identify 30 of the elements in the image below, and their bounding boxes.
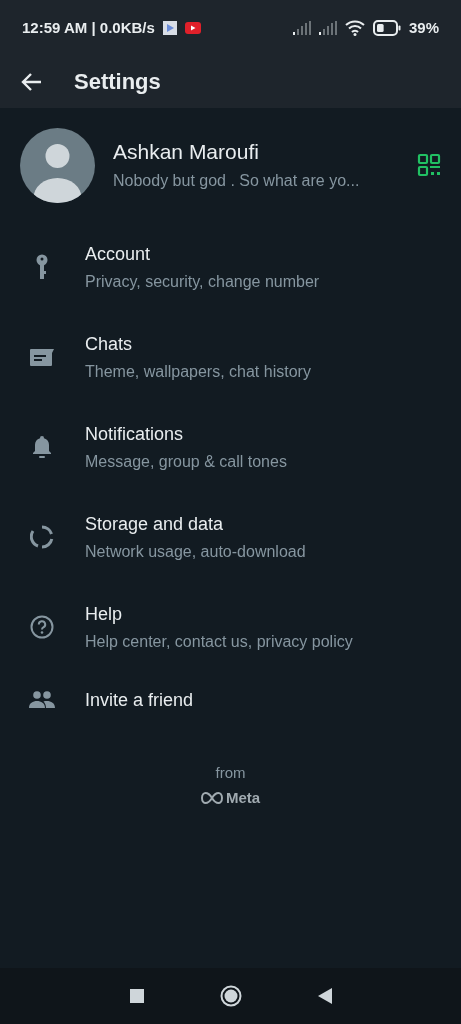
recents-button[interactable] [129,989,144,1003]
qr-code-icon[interactable] [417,153,441,177]
back-nav-button[interactable] [317,988,332,1004]
settings-item[interactable]: Invite a friend [0,672,461,728]
profile-name: Ashkan Maroufi [113,140,260,164]
settings-item[interactable]: Account Privacy, security, change number [0,222,461,312]
battery-percent: 39% [408,19,439,36]
status-time: 12:59 AM | 0.0KB/s [22,19,155,36]
home-button[interactable] [219,985,242,1007]
settings-item[interactable]: Storage and data Network usage, auto-download [0,492,461,582]
video-notification-icon [184,21,201,34]
signal-icon [318,20,337,35]
settings-item[interactable]: Chats Theme, wallpapers, chat history [0,312,461,402]
from-label: from [215,764,246,781]
circular-arrows-icon [29,525,54,549]
chat-icon [28,347,55,367]
signal-icon [292,20,311,35]
infinity-logo-icon [200,791,223,804]
people-icon [28,691,55,709]
profile-about: Nobody but god . So what are yo... [113,172,361,190]
key-icon [34,254,49,280]
app-notification-icon [162,20,177,35]
battery-icon [372,19,401,36]
help-icon [29,615,54,639]
bell-icon [31,435,52,459]
brand-name: Meta [225,789,261,806]
settings-item[interactable]: Help Help center, contact us, privacy policy [0,582,461,672]
settings-item[interactable]: Notifications Message, group & call tones [0,402,461,492]
screen-title: Settings [74,68,161,95]
wifi-icon [344,19,365,36]
